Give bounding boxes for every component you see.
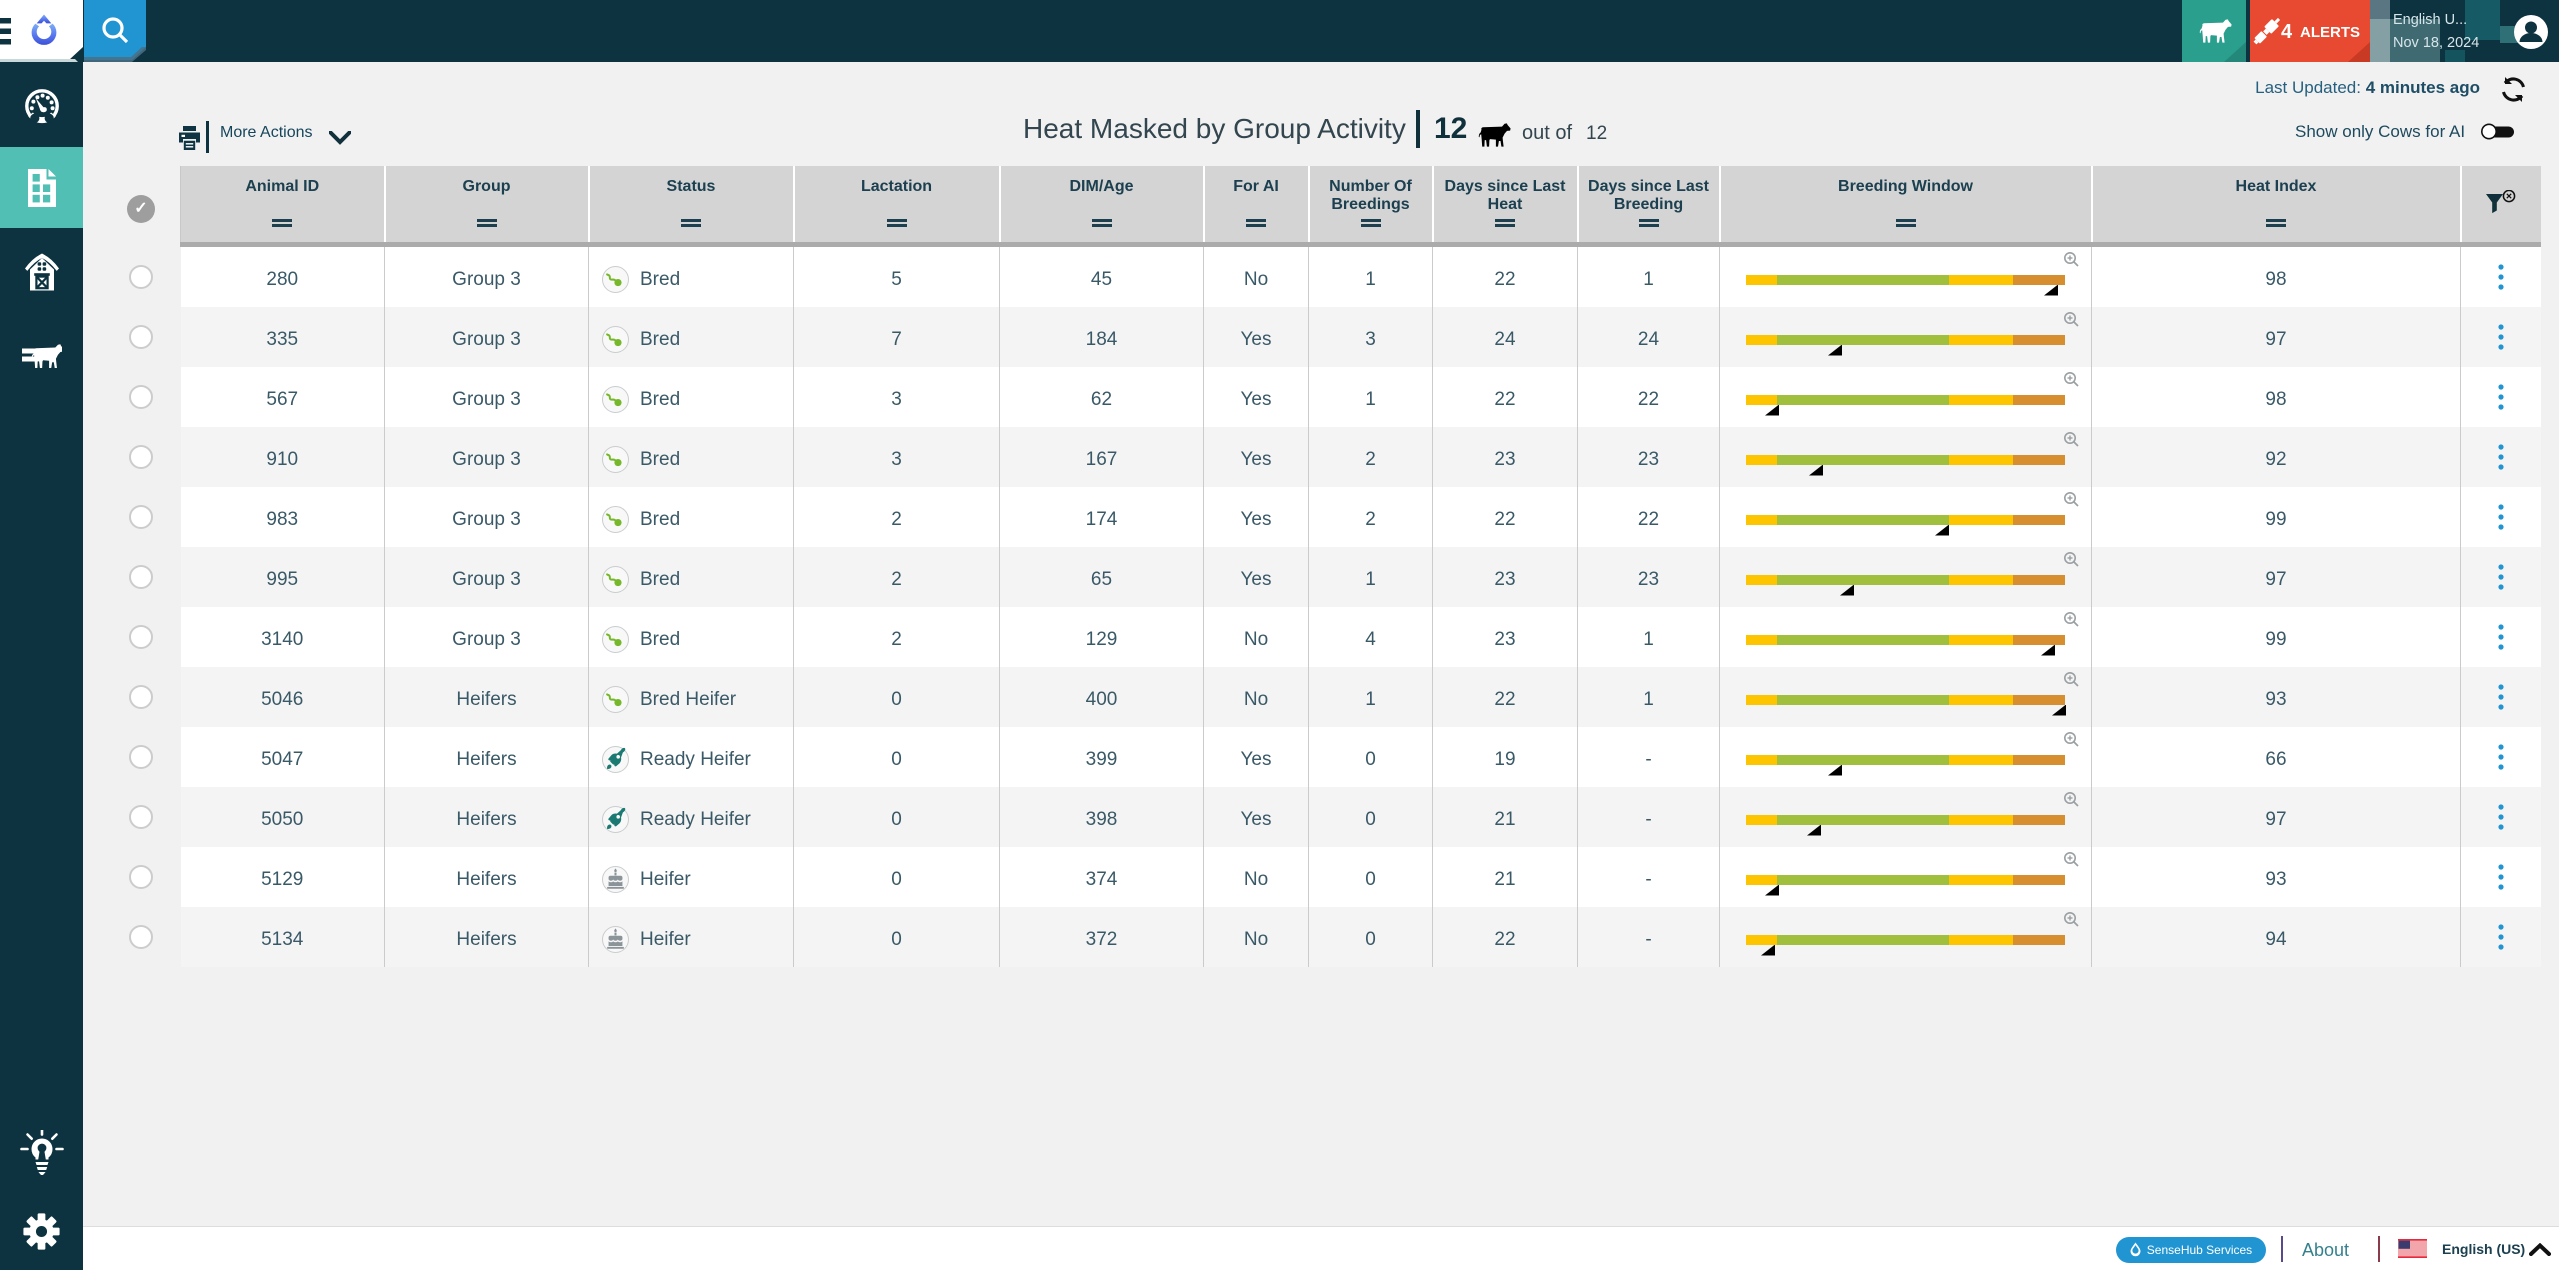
svg-text:4: 4 [2281,21,2293,43]
svg-text:ALERTS: ALERTS [2300,24,2360,41]
